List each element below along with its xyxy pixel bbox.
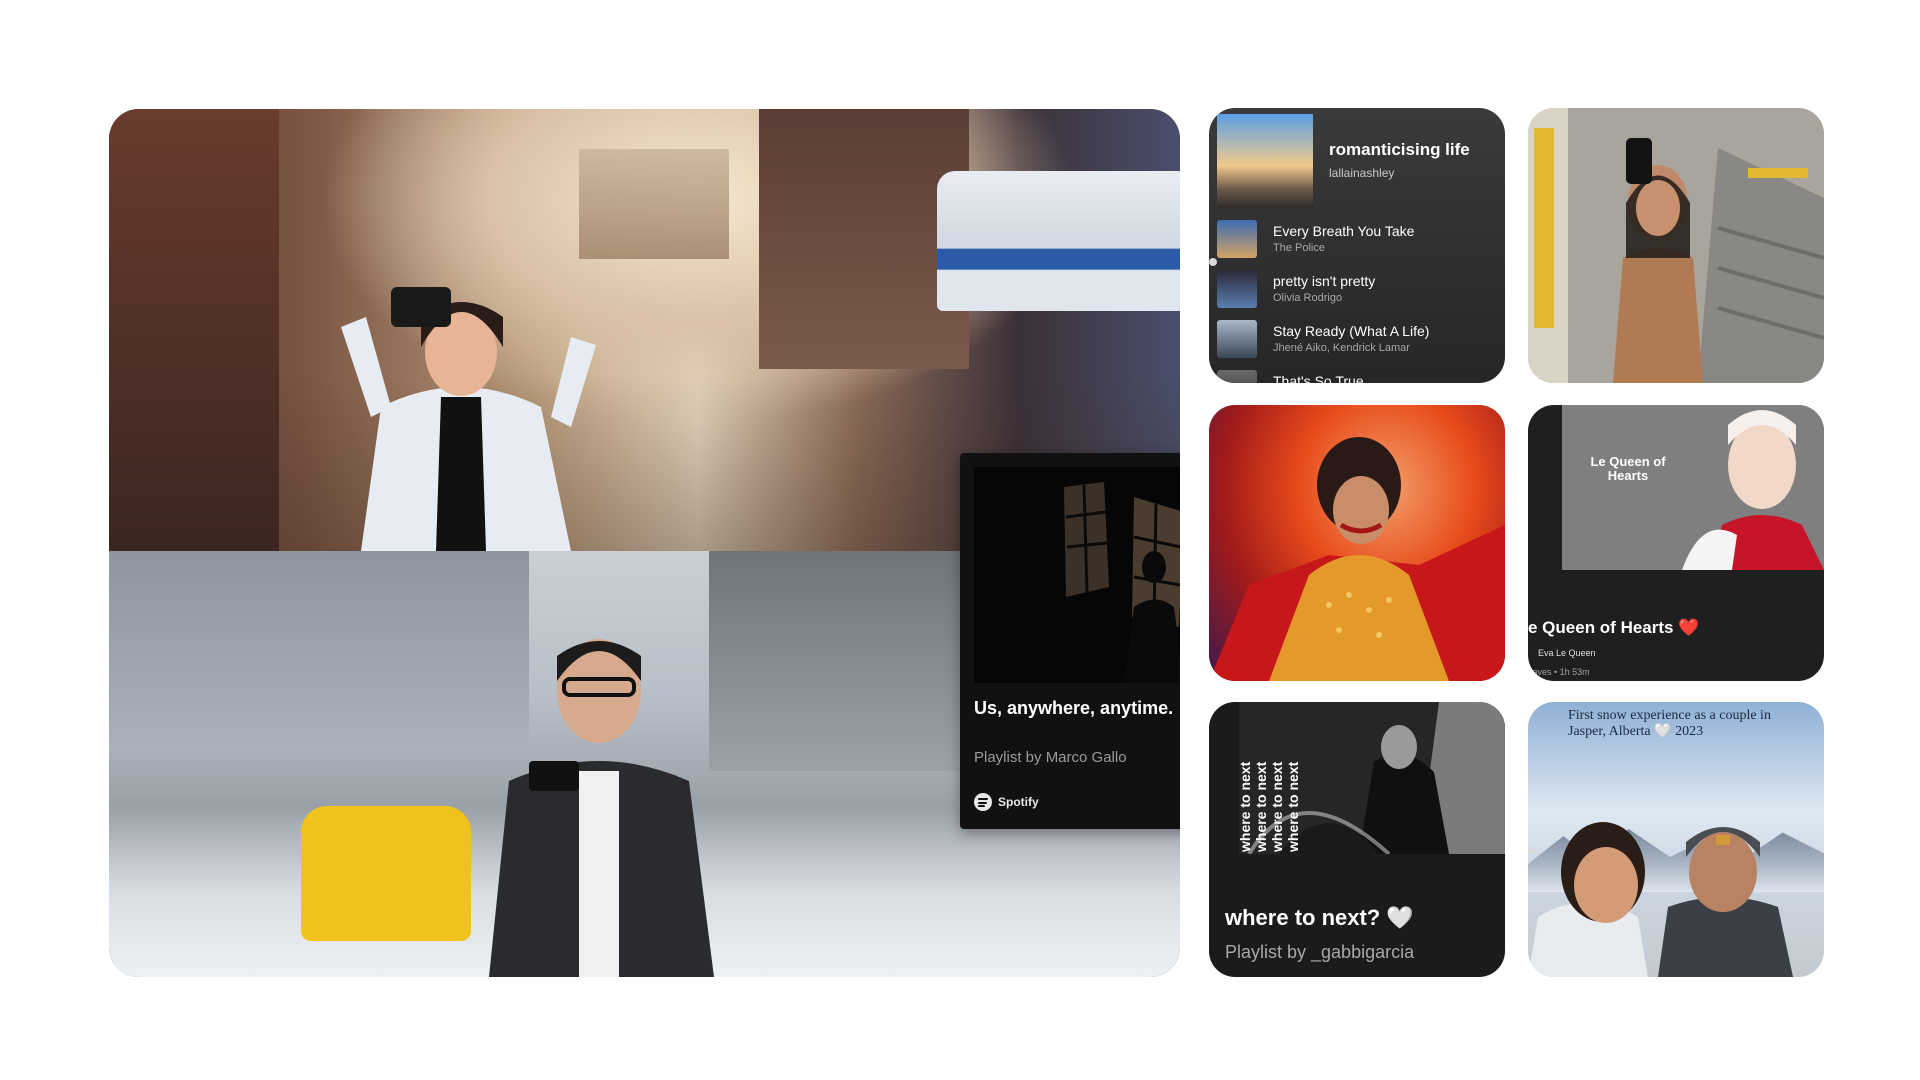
playlist-title: e Queen of Hearts ❤️ [1528,618,1700,637]
tram [937,171,1180,311]
building-left [109,109,279,551]
station-building [579,149,729,259]
playlist-title: Us, anywhere, anytime. [974,698,1174,718]
playlist-cover-art [974,467,1180,683]
track-thumbnail [1217,370,1257,383]
playlist-title: romanticising life [1329,140,1470,159]
video-collage: Us, anywhere, anytime. Playlist by Marco… [109,109,1180,977]
window-silhouette-icon [974,467,1180,683]
photo-caption: First snow experience as a couple in Jas… [1568,708,1771,739]
playlist-meta: saves • 1h 53m [1528,667,1590,677]
stack-line: where to next [1269,761,1285,852]
track-artist: The Police [1273,242,1325,254]
stack-line: where to next [1253,761,1269,852]
drag-queen-artwork [1209,437,1505,681]
playlist-card-romanticising-life[interactable]: romanticising life lallainashley Every B… [1209,108,1505,383]
track-artist: Jhené Aiko, Kendrick Lamar [1273,342,1410,354]
track-thumbnail [1217,220,1257,258]
stack-line: where to next [1285,761,1301,852]
carousel-dot[interactable] [1528,847,1536,855]
cover-overlay-text: Le Queen of Hearts [1590,454,1666,483]
playlist-card-queen-of-hearts[interactable]: Le Queen of Hearts e Queen of Hearts ❤️ … [1528,405,1824,681]
playlist-owner: lallainashley [1329,166,1395,180]
track-thumbnail [1217,320,1257,358]
track-name: Every Breath You Take [1273,223,1415,239]
woman-filming [341,287,596,551]
track-artist: Olivia Rodrigo [1273,292,1343,304]
track-name: Stay Ready (What A Life) [1273,323,1430,339]
stack-line: where to next [1237,761,1253,852]
queen-portrait [1562,405,1824,570]
photo-card-mirror-selfie[interactable] [1528,108,1824,383]
track-row[interactable]: Every Breath You Take The Police [1217,220,1497,260]
track-name: That's So True [1273,373,1364,383]
track-name: pretty isn't pretty [1273,273,1376,289]
mirror-selfie-photo [1528,108,1824,383]
playlist-cover-art [1562,405,1824,570]
couple-selfie-photo [1528,822,1793,977]
spotify-wordmark: Spotify [998,795,1039,809]
artwork-card-drag-queen[interactable] [1209,405,1505,681]
track-row[interactable]: Stay Ready (What A Life) Jhené Aiko, Ken… [1217,320,1497,360]
photo-card-jasper[interactable]: First snow experience as a couple in Jas… [1528,702,1824,977]
spotify-icon [974,793,992,811]
playlist-card-where-to-next[interactable]: where to next where to next where to nex… [1209,702,1505,977]
playlist-owner: Eva Le Queen [1538,648,1596,658]
track-row[interactable]: pretty isn't pretty Olivia Rodrigo [1217,270,1497,310]
playlist-cover-art [1217,114,1313,208]
building-row [109,551,529,751]
playlist-title: where to next? 🤍 [1225,905,1414,930]
playlist-subtitle: Playlist by Marco Gallo [974,749,1127,766]
carousel-dot[interactable] [1209,258,1217,266]
yellow-van [301,806,471,941]
man-filming [489,639,714,977]
track-thumbnail [1217,270,1257,308]
playlist-card-us-anywhere[interactable]: Us, anywhere, anytime. Playlist by Marco… [960,453,1180,829]
track-row[interactable]: That's So True [1217,370,1497,383]
playlist-subtitle: Playlist by _gabbigarcia [1225,942,1415,962]
spotify-logo: Spotify [974,793,1039,811]
